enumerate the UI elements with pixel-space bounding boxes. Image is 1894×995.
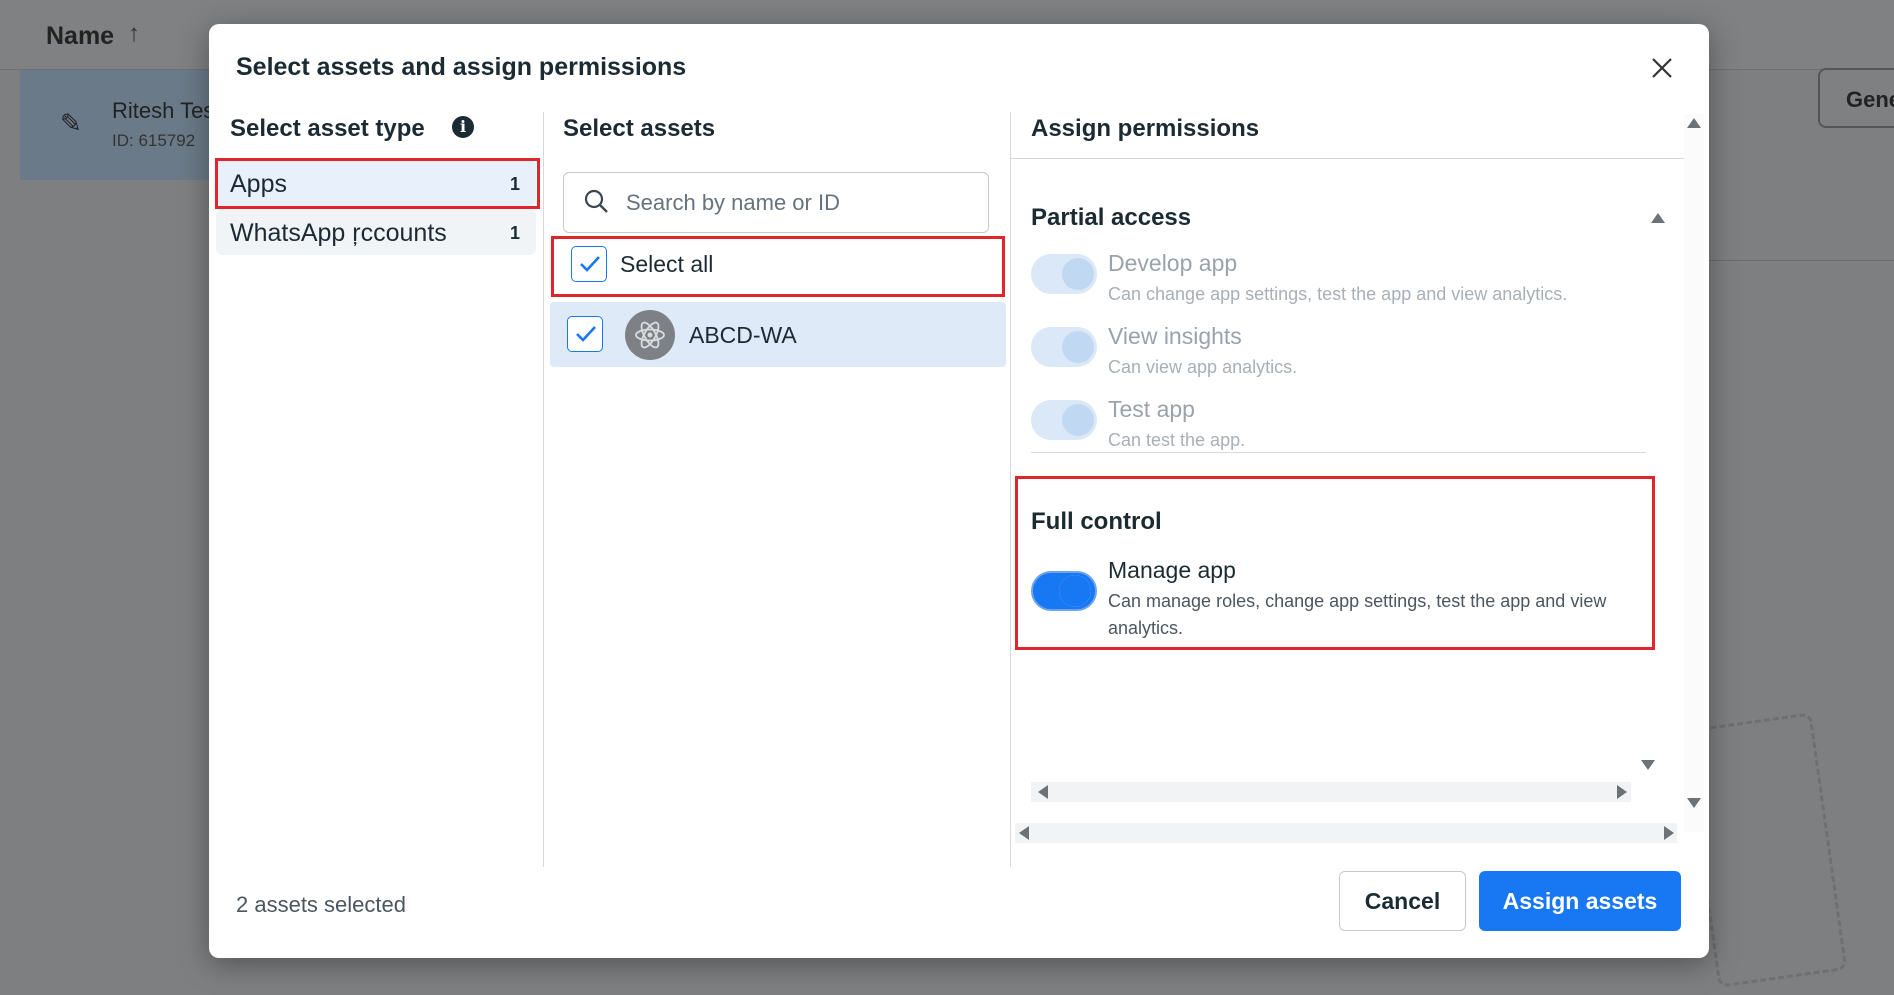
permission-manage-app: Manage app Can manage roles, change app …	[1031, 557, 1606, 638]
search-placeholder: Search by name or ID	[626, 190, 840, 215]
permission-toggle[interactable]	[1031, 254, 1097, 294]
background-divider	[1700, 260, 1894, 261]
info-icon[interactable]: i	[452, 116, 474, 138]
permissions-header-divider	[1011, 158, 1684, 159]
asset-type-label: Apps	[230, 170, 287, 198]
partial-access-heading: Partial access	[1031, 204, 1192, 231]
permission-view-insights: View insights Can view app analytics.	[1031, 323, 1591, 391]
horizontal-scrollbar[interactable]	[1015, 823, 1677, 843]
sort-arrow-icon: ↑	[128, 20, 140, 47]
scroll-left-arrow-icon[interactable]	[1019, 826, 1029, 840]
section-collapse-arrow-icon[interactable]	[1651, 213, 1665, 223]
background-table-row	[20, 70, 220, 180]
column-divider	[543, 112, 544, 867]
inner-scroll-right-arrow-icon[interactable]	[1617, 785, 1627, 799]
vertical-scrollbar[interactable]	[1684, 114, 1704, 832]
scroll-up-arrow-icon[interactable]	[1687, 118, 1701, 128]
select-all-label: Select all	[620, 251, 714, 277]
permission-toggle[interactable]	[1031, 400, 1097, 440]
asset-type-count: 1	[510, 174, 521, 194]
asset-type-whatsapp-accounts[interactable]: WhatsApp ŗccounts 1	[216, 209, 536, 255]
checkmark-icon	[576, 326, 596, 342]
background-row-id: ID: 615792	[112, 131, 196, 150]
permission-description: Can test the app.	[1108, 430, 1246, 450]
full-control-heading: Full control	[1031, 508, 1162, 535]
assets-column-heading: Select assets	[563, 115, 716, 142]
scroll-down-arrow-icon[interactable]	[1687, 798, 1701, 808]
inner-horizontal-scrollbar[interactable]	[1031, 782, 1631, 802]
permission-develop-app: Develop app Can change app settings, tes…	[1031, 250, 1591, 318]
app-avatar	[625, 310, 675, 360]
permissions-column-heading: Assign permissions	[1031, 115, 1260, 142]
permission-title: Develop app	[1108, 250, 1238, 276]
asset-checkbox[interactable]	[567, 316, 603, 352]
asset-type-count: 1	[510, 223, 521, 243]
section-divider	[1031, 452, 1646, 453]
permission-title: Test app	[1108, 396, 1195, 422]
permission-description: Can view app analytics.	[1108, 357, 1298, 377]
background-generate-button: Gene	[1818, 68, 1894, 128]
cancel-button[interactable]: Cancel	[1339, 871, 1466, 931]
dialog-title: Select assets and assign permissions	[236, 53, 687, 81]
search-icon	[584, 189, 608, 213]
wrench-icon: ✎	[60, 108, 82, 138]
select-all-checkbox[interactable]	[571, 246, 607, 282]
asset-name: ABCD-WA	[689, 322, 797, 348]
name-column-header: Name	[46, 22, 115, 50]
assign-assets-button[interactable]: Assign assets	[1479, 871, 1681, 931]
column-divider	[1010, 112, 1011, 867]
checkmark-icon	[580, 256, 600, 272]
permission-description: Can change app settings, test the app an…	[1108, 284, 1568, 304]
asset-type-apps[interactable]: Apps 1	[216, 160, 536, 206]
close-icon	[1652, 58, 1672, 78]
asset-type-column-heading: Select asset type	[230, 115, 425, 142]
atom-icon	[635, 321, 665, 349]
permission-toggle[interactable]	[1031, 571, 1097, 611]
background-row-name: Ritesh Tes	[112, 98, 215, 123]
inner-scroll-down-arrow-icon[interactable]	[1641, 760, 1655, 770]
permission-toggle[interactable]	[1031, 327, 1097, 367]
inner-scroll-left-arrow-icon[interactable]	[1038, 785, 1048, 799]
asset-type-label: WhatsApp ŗccounts	[230, 219, 447, 247]
permission-test-app: Test app Can test the app.	[1031, 396, 1591, 464]
asset-row-abcd-wa[interactable]: ABCD-WA	[550, 302, 1006, 367]
permission-description: Can manage roles, change app settings, t…	[1108, 591, 1607, 638]
permission-title: Manage app	[1108, 557, 1236, 583]
select-all-row[interactable]: Select all	[555, 238, 1001, 290]
permission-title: View insights	[1108, 323, 1242, 349]
scroll-right-arrow-icon[interactable]	[1664, 826, 1674, 840]
assign-assets-dialog: Select assets and assign permissions Sel…	[209, 24, 1709, 958]
close-button[interactable]	[1644, 50, 1680, 86]
selection-status: 2 assets selected	[236, 892, 406, 917]
search-input[interactable]: Search by name or ID	[563, 172, 989, 233]
